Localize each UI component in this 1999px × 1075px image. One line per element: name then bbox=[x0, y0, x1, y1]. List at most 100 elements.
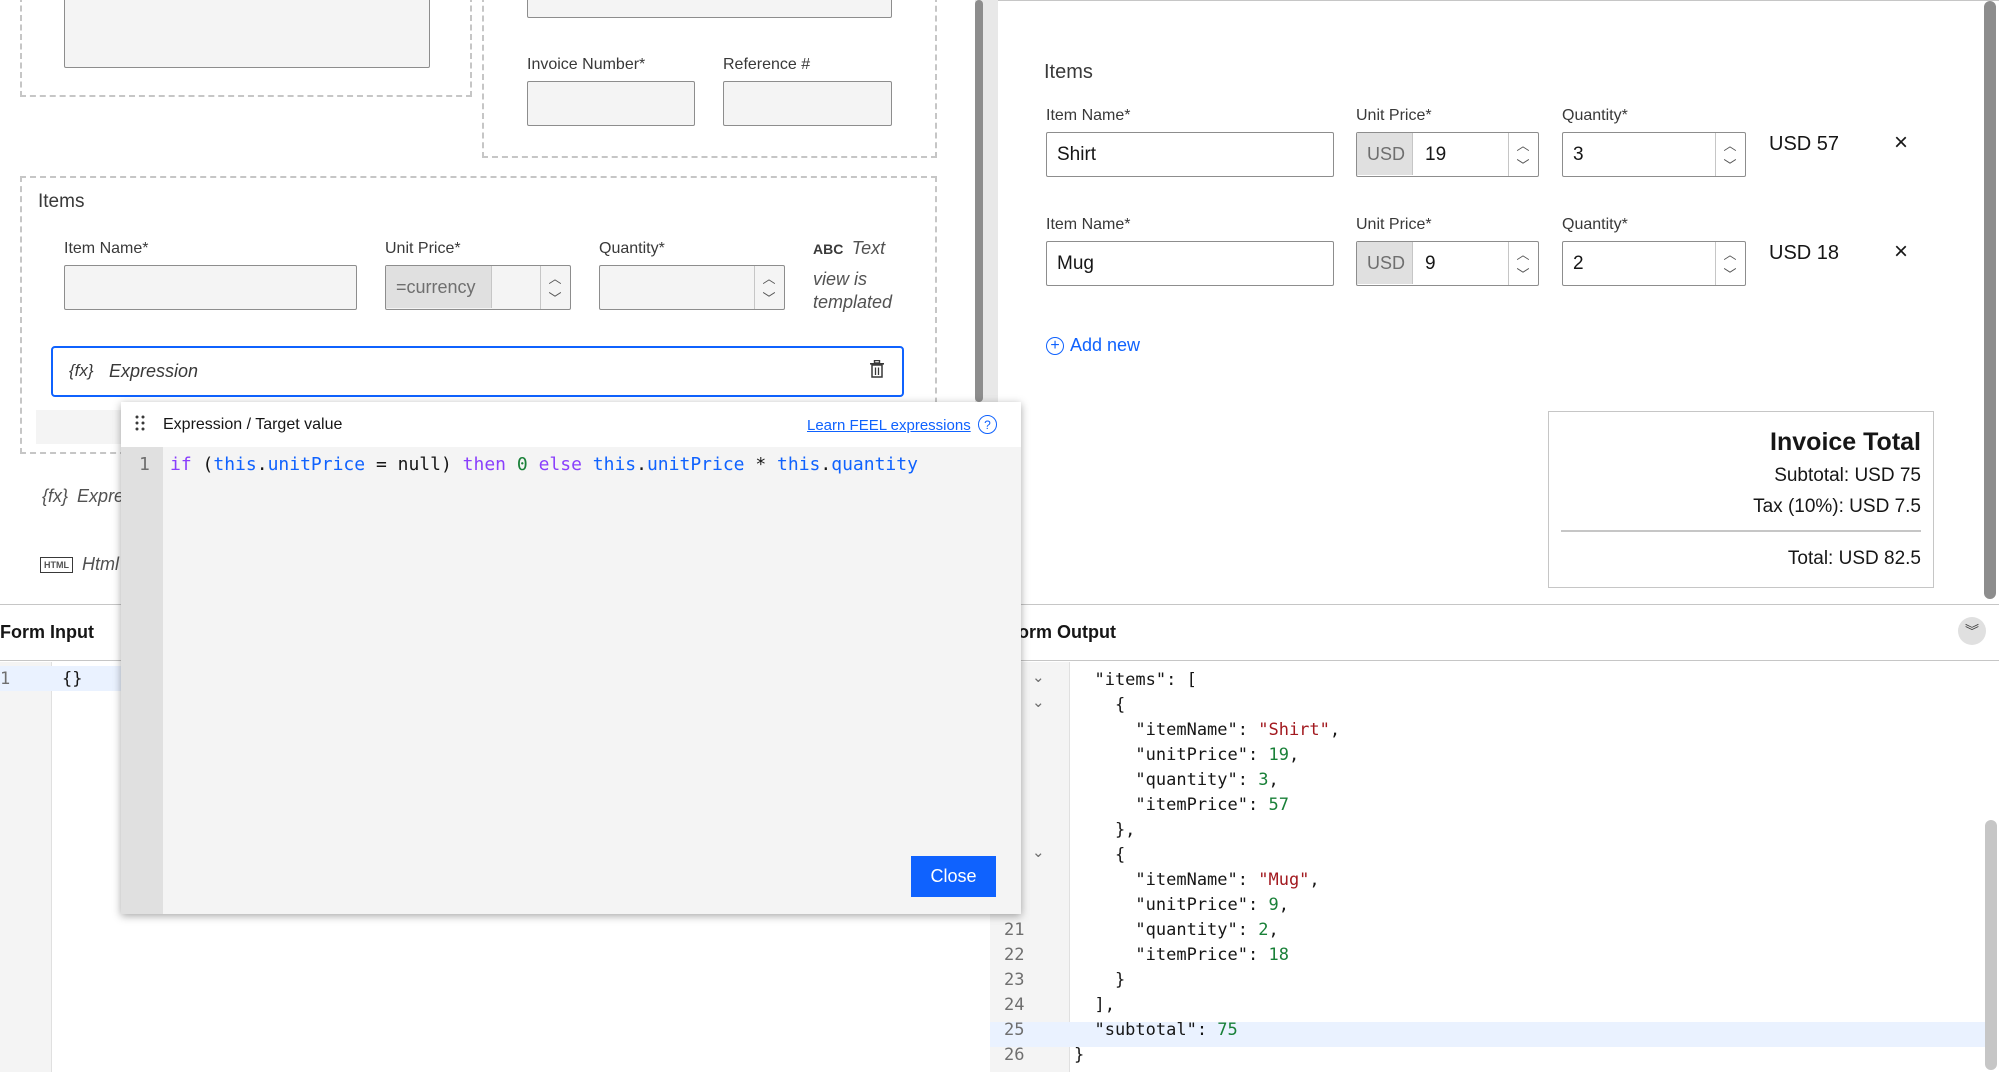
fold-chevron-icon[interactable]: ⌄ bbox=[1032, 693, 1045, 711]
chevron-down-icon[interactable]: ﹀ bbox=[756, 286, 782, 308]
reference-input[interactable] bbox=[723, 81, 892, 126]
code-token: quantity bbox=[831, 454, 918, 475]
unit-price-input[interactable]: =currency ︿ ﹀ bbox=[385, 265, 571, 310]
unit-price-label: Unit Price* bbox=[385, 240, 461, 257]
qty-value: 3 bbox=[1573, 144, 1584, 165]
quantity-input[interactable]: ︿ ﹀ bbox=[599, 265, 785, 310]
code-text: "itemPrice": 57 bbox=[1074, 795, 1289, 815]
learn-feel-link[interactable]: Learn FEEL expressions bbox=[807, 417, 971, 434]
expression-icon: {fx} bbox=[42, 486, 69, 506]
form-input-title: Form Input bbox=[0, 622, 94, 642]
add-item-bar bbox=[36, 410, 122, 444]
code-text: "quantity": 2, bbox=[1074, 920, 1278, 940]
chevron-up-icon[interactable]: ︿ bbox=[1717, 133, 1743, 155]
invoice-number-input[interactable] bbox=[527, 81, 695, 126]
chevron-up-icon[interactable]: ︿ bbox=[1510, 133, 1536, 155]
json-key: "subtotal": bbox=[1074, 1020, 1218, 1040]
code-token: if bbox=[170, 454, 192, 475]
collapse-icon[interactable]: ︾ bbox=[1958, 617, 1986, 645]
row1-unit-price-input[interactable]: USD 19 ︿ ﹀ bbox=[1356, 132, 1539, 177]
code-text: "itemName": "Shirt", bbox=[1074, 720, 1340, 740]
feel-code-editor[interactable]: if (this.unitPrice = null) then 0 else t… bbox=[170, 454, 918, 475]
code-text: } bbox=[1074, 1045, 1085, 1065]
fold-chevron-icon[interactable]: ⌄ bbox=[1032, 843, 1045, 861]
chevron-up-icon[interactable]: ︿ bbox=[542, 266, 568, 288]
json-number: 19 bbox=[1268, 745, 1289, 765]
row2-unit-price-input[interactable]: USD 9 ︿ ﹀ bbox=[1356, 241, 1539, 286]
chevron-down-icon[interactable]: ﹀ bbox=[1717, 262, 1743, 284]
expression-field-selected[interactable]: {fx} Expression bbox=[51, 346, 904, 397]
code-text: "itemPrice": 18 bbox=[1074, 945, 1289, 965]
code-token: . bbox=[636, 454, 647, 475]
code-token: 0 bbox=[516, 454, 528, 475]
preview-scrollbar[interactable] bbox=[1984, 1, 1996, 599]
row1-quantity-input[interactable]: 3 ︿ ﹀ bbox=[1562, 132, 1746, 177]
json-number: 9 bbox=[1268, 895, 1279, 915]
fold-chevron-icon[interactable]: ⌄ bbox=[1032, 668, 1045, 686]
row2-price-label: Unit Price* bbox=[1356, 216, 1432, 233]
chevron-up-icon[interactable]: ︿ bbox=[1717, 242, 1743, 264]
json-punct: , bbox=[1268, 770, 1279, 790]
code-token: this bbox=[592, 454, 637, 475]
code-token: unitPrice bbox=[646, 454, 745, 475]
select-field[interactable] bbox=[527, 0, 892, 18]
code-text: { bbox=[1074, 695, 1126, 715]
close-button[interactable]: Close bbox=[911, 856, 996, 897]
expression-icon: {fx} bbox=[69, 361, 94, 380]
code-line: 9 "itemName": "Mug", bbox=[990, 868, 1985, 893]
chevron-up-icon[interactable]: ︿ bbox=[756, 266, 782, 288]
code-line: 23 } bbox=[990, 968, 1985, 993]
chevron-down-icon[interactable]: ﹀ bbox=[1510, 153, 1536, 175]
code-token: unitPrice bbox=[267, 454, 366, 475]
currency-prefix: USD bbox=[1357, 133, 1413, 175]
form-input-editor[interactable]: {} bbox=[62, 669, 82, 689]
form-input-line-number: 1 bbox=[0, 669, 11, 689]
code-text: } bbox=[1074, 970, 1126, 990]
chevron-down-icon[interactable]: ﹀ bbox=[542, 286, 568, 308]
json-key: "itemName": bbox=[1074, 720, 1259, 740]
form-preview: Items Item Name* Shirt Unit Price* USD 1… bbox=[998, 0, 1999, 604]
editor-scrollbar[interactable] bbox=[975, 0, 983, 402]
row2-item-name-input[interactable]: Mug bbox=[1046, 241, 1334, 286]
code-text: }, bbox=[1074, 820, 1136, 840]
tax-text: Tax (10%): USD 7.5 bbox=[1753, 496, 1921, 517]
code-line: 5 "quantity": 3, bbox=[990, 768, 1985, 793]
json-number: 57 bbox=[1268, 795, 1289, 815]
code-token: else bbox=[538, 454, 582, 475]
total-text: Total: USD 82.5 bbox=[1787, 548, 1921, 569]
chevron-up-icon[interactable]: ︿ bbox=[1510, 242, 1536, 264]
json-punct: , bbox=[1309, 870, 1320, 890]
preview-items-title: Items bbox=[1044, 61, 1093, 83]
help-icon[interactable]: ? bbox=[978, 415, 997, 434]
row2-remove-icon[interactable]: × bbox=[1894, 238, 1908, 266]
code-token: then bbox=[462, 454, 507, 475]
row1-remove-icon[interactable]: × bbox=[1894, 129, 1908, 157]
text-view-component[interactable]: ABC Text view is templated bbox=[813, 238, 933, 313]
row1-item-total: USD 57 bbox=[1769, 133, 1840, 155]
subtotal-text: Subtotal: USD 75 bbox=[1774, 465, 1921, 486]
item-name-input[interactable] bbox=[64, 265, 357, 310]
palette-html-label: Html bbox=[82, 554, 120, 574]
row1-item-name-input[interactable]: Shirt bbox=[1046, 132, 1334, 177]
palette-expression-label: Expre bbox=[77, 486, 125, 506]
row2-quantity-input[interactable]: 2 ︿ ﹀ bbox=[1562, 241, 1746, 286]
json-key: "quantity": bbox=[1074, 920, 1259, 940]
code-text: "subtotal": 75 bbox=[1074, 1020, 1237, 1040]
code-line: 7 }, bbox=[990, 818, 1985, 843]
palette-expression[interactable]: {fx} Expre bbox=[42, 486, 124, 507]
textarea-field[interactable] bbox=[64, 0, 430, 68]
add-new-button[interactable]: + Add new bbox=[1046, 335, 1140, 356]
code-line: 21 "quantity": 2, bbox=[990, 918, 1985, 943]
row1-name-label: Item Name* bbox=[1046, 107, 1131, 124]
form-output-scrollbar[interactable] bbox=[1985, 820, 1997, 1070]
code-token: this bbox=[777, 454, 821, 475]
drag-handle-icon[interactable] bbox=[135, 414, 145, 432]
currency-prefix: USD bbox=[1357, 242, 1413, 284]
chevron-down-icon[interactable]: ﹀ bbox=[1717, 153, 1743, 175]
palette-html[interactable]: HTML Html bbox=[40, 554, 119, 575]
chevron-down-icon[interactable]: ﹀ bbox=[1510, 262, 1536, 284]
form-output-title: orm Output bbox=[1018, 622, 1116, 642]
items-title: Items bbox=[38, 191, 85, 212]
form-output-code[interactable]: 1⌄ "items": [2⌄ {3 "itemName": "Shirt",4… bbox=[990, 662, 1985, 1072]
trash-icon[interactable] bbox=[869, 359, 885, 378]
